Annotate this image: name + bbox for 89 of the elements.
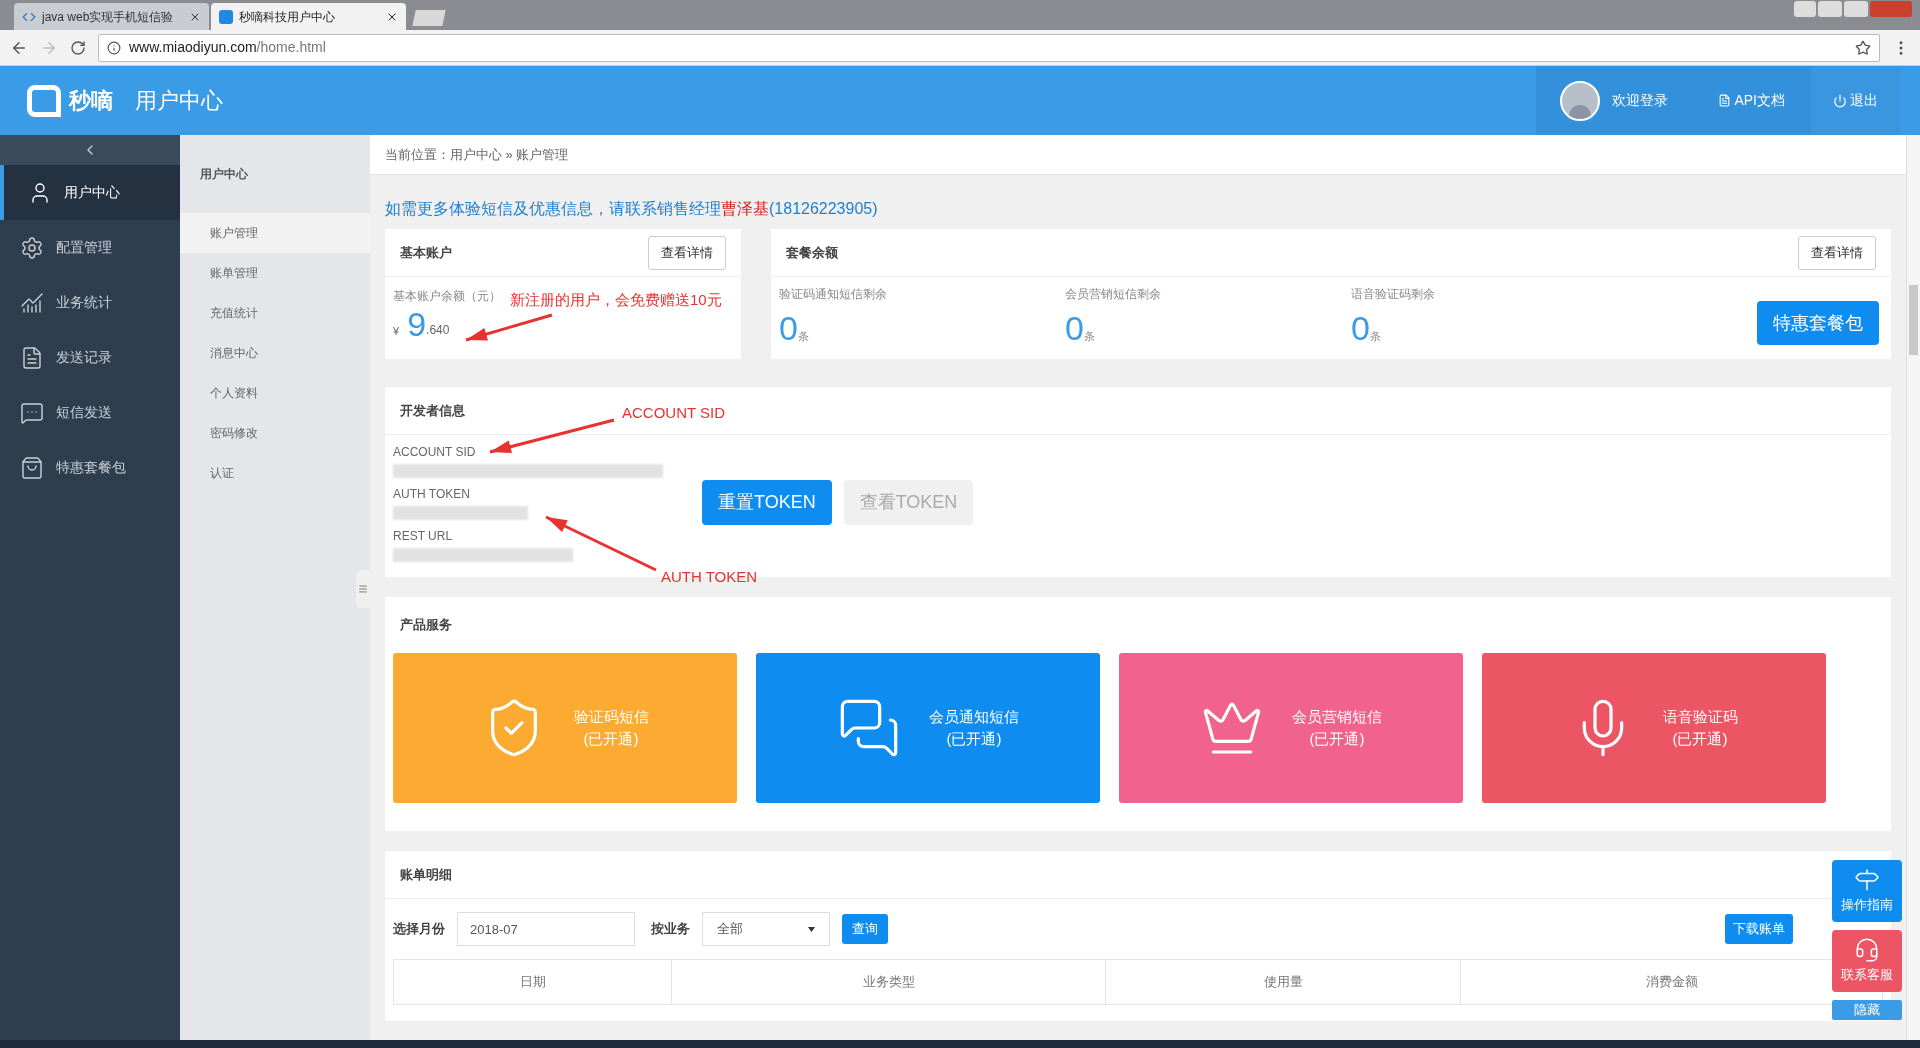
package-count: 0条 <box>1065 308 1096 349</box>
sidebar-item[interactable]: 业务统计 <box>0 275 180 330</box>
power-icon <box>1833 93 1847 108</box>
headset-icon <box>1854 937 1880 964</box>
sidebar-item[interactable]: 用户中心 <box>0 165 180 220</box>
welcome-text: 欢迎登录 <box>1612 91 1669 110</box>
product-status: (已开通) <box>1672 729 1728 749</box>
logo-icon <box>27 84 61 117</box>
card-title: 套餐余额 <box>786 243 838 262</box>
toggle-handle[interactable] <box>356 570 370 608</box>
product-status: (已开通) <box>1309 729 1365 749</box>
token-button[interactable]: 重置TOKEN <box>702 479 832 525</box>
panel-title: 开发者信息 <box>400 401 465 420</box>
menu-icon <box>358 584 368 594</box>
card-title: 基本账户 <box>400 243 452 262</box>
avatar-icon <box>1560 80 1601 121</box>
bookmark-star-icon[interactable] <box>1855 39 1871 56</box>
address-bar[interactable]: www.miaodiyun.com/home.html <box>98 33 1880 62</box>
business-select[interactable]: 全部 <box>702 912 830 946</box>
document-icon <box>20 345 44 370</box>
annotation-text: ACCOUNT SID <box>622 403 726 423</box>
query-button[interactable]: 查询 <box>842 914 888 944</box>
month-label: 选择月份 <box>393 920 445 939</box>
column-header: 业务类型 <box>671 960 1105 1004</box>
document-icon <box>1718 94 1732 107</box>
panel-title: 产品服务 <box>400 616 452 635</box>
package-label: 验证码通知短信剩余 <box>779 286 888 303</box>
tab-title: java web实现手机短信验 <box>42 8 175 26</box>
info-icon[interactable] <box>107 40 121 55</box>
field-label: AUTH TOKEN <box>393 486 471 503</box>
subnav-item[interactable]: 认证 <box>180 453 370 493</box>
field-label: REST URL <box>393 528 454 545</box>
product-tile[interactable]: 语音验证码 (已开通) <box>1482 653 1826 803</box>
reload-icon[interactable] <box>70 39 86 56</box>
annotation-text: AUTH TOKEN <box>661 567 758 587</box>
user-menu[interactable]: 欢迎登录 <box>1536 66 1693 135</box>
product-status: (已开通) <box>946 729 1002 749</box>
breadcrumb: 当前位置：用户中心 » 账户管理 <box>370 135 1906 175</box>
url-text: www.miaodiyun.com/home.html <box>129 38 326 57</box>
subnav-item[interactable]: 账户管理 <box>180 213 370 253</box>
chat-icon <box>20 400 44 425</box>
caret-icon <box>808 926 815 932</box>
sidebar-item[interactable]: 发送记录 <box>0 330 180 385</box>
product-name: 会员营销短信 <box>1292 707 1382 727</box>
details-button[interactable]: 查看详情 <box>1798 235 1876 270</box>
field-label: ACCOUNT SID <box>393 444 477 461</box>
package-label: 语音验证码剩余 <box>1351 286 1436 303</box>
sidebar-item[interactable]: 特惠套餐包 <box>0 440 180 495</box>
panel-title: 账单明细 <box>400 865 452 884</box>
month-field[interactable]: 2018-07 <box>457 912 635 946</box>
tab-title: 秒嘀科技用户中心 <box>239 8 336 26</box>
gear-icon <box>20 235 44 260</box>
details-button[interactable]: 查看详情 <box>648 235 726 270</box>
subnav-title: 用户中心 <box>199 166 249 183</box>
product-name: 语音验证码 <box>1662 707 1738 727</box>
sidebar-item[interactable]: 短信发送 <box>0 385 180 440</box>
business-label: 按业务 <box>651 920 690 939</box>
subnav-item[interactable]: 账单管理 <box>180 253 370 293</box>
package-count: 0条 <box>779 308 810 349</box>
page-title: 用户中心 <box>135 87 223 115</box>
product-status: (已开通) <box>583 729 639 749</box>
brand-name: 秒嘀 <box>69 87 113 115</box>
browser-tab[interactable]: java web实现手机短信验 <box>14 3 209 30</box>
notice-text: 如需更多体验短信及优惠信息，请联系销售经理曹泽基(18126223905) <box>385 199 879 219</box>
product-tile[interactable]: 会员营销短信 (已开通) <box>1119 653 1463 803</box>
help-widget[interactable]: 操作指南 <box>1832 860 1902 922</box>
column-header: 使用量 <box>1105 960 1460 1004</box>
subnav-item[interactable]: 消息中心 <box>180 333 370 373</box>
column-header: 日期 <box>518 973 547 992</box>
product-name: 会员通知短信 <box>929 707 1019 727</box>
annotation-text: 新注册的用户，会免费赠送10元 <box>510 290 722 310</box>
package-count: 0条 <box>1351 308 1382 349</box>
package-label: 会员营销短信剩余 <box>1065 286 1162 303</box>
subnav-item[interactable]: 充值统计 <box>180 293 370 333</box>
promo-button[interactable]: 特惠套餐包 <box>1757 301 1879 345</box>
hide-button[interactable]: 隐藏 <box>1832 1000 1902 1020</box>
balance-value: ¥ 9.640 <box>393 305 450 343</box>
product-tile[interactable]: 会员通知短信 (已开通) <box>756 653 1100 803</box>
bag-icon <box>20 455 44 480</box>
subnav-item[interactable]: 个人资料 <box>180 373 370 413</box>
new-tab-button[interactable] <box>412 10 446 26</box>
sidebar-item[interactable]: 配置管理 <box>0 220 180 275</box>
browser-tab[interactable]: 秒嘀科技用户中心 <box>211 3 406 30</box>
help-widget[interactable]: 联系客服 <box>1832 930 1902 992</box>
product-name: 验证码短信 <box>573 707 649 727</box>
app-logo-icon <box>219 9 233 24</box>
subnav-item[interactable]: 密码修改 <box>180 413 370 453</box>
balance-label: 基本账户余额（元） <box>393 288 501 305</box>
download-button[interactable]: 下载账单 <box>1725 914 1793 944</box>
